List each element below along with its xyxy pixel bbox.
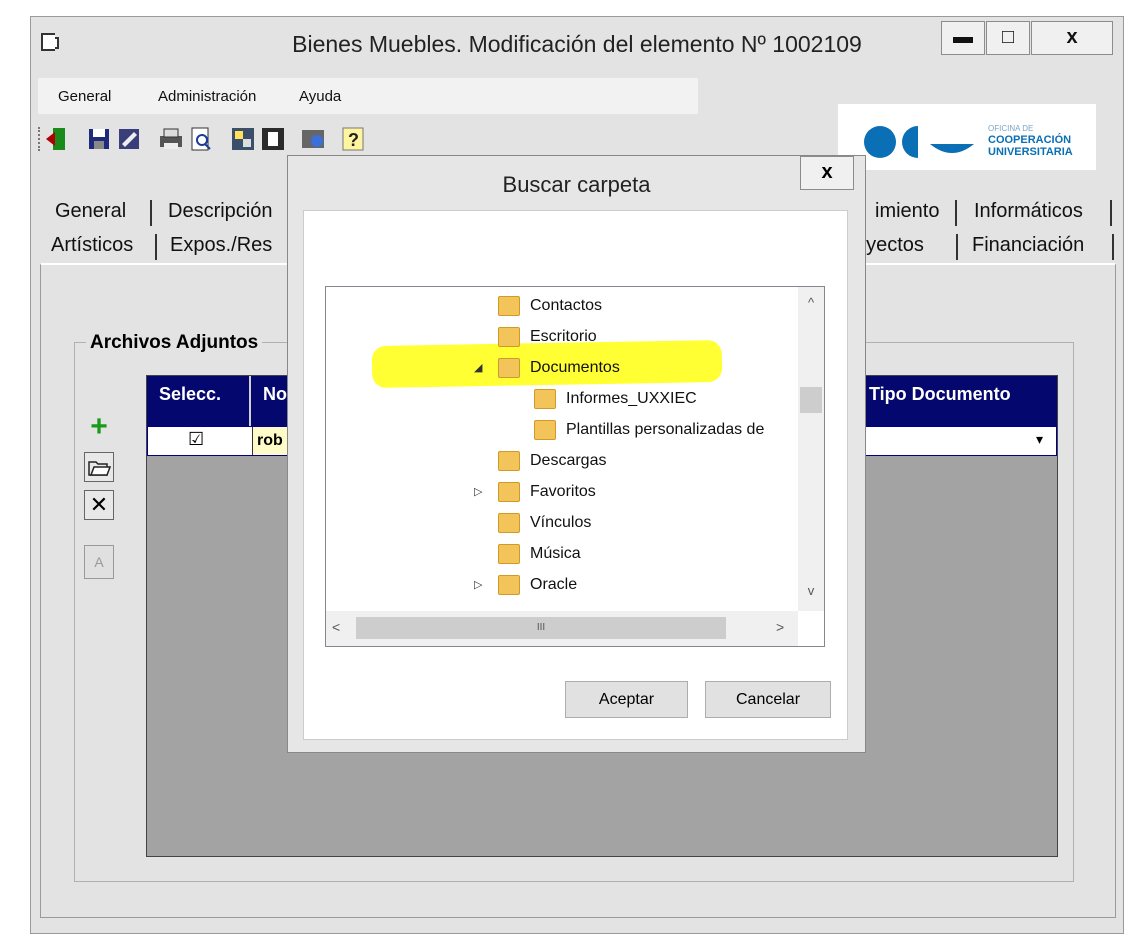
scroll-left-button[interactable]: < xyxy=(332,619,340,635)
tree-item[interactable]: Vínculos xyxy=(326,507,796,538)
refresh-icon[interactable] xyxy=(300,126,326,152)
menu-administracion[interactable]: Administración xyxy=(158,88,256,105)
minimize-button[interactable]: ▬ xyxy=(941,21,985,55)
edit-icon[interactable] xyxy=(116,126,142,152)
preview-icon[interactable] xyxy=(188,126,214,152)
tab-descripcion[interactable]: Descripción xyxy=(168,200,272,223)
tab-separator xyxy=(1110,200,1112,226)
dialog-close-button[interactable]: x xyxy=(800,156,854,190)
tree-item[interactable]: ◢ Documentos xyxy=(326,352,796,383)
exit-icon[interactable] xyxy=(44,126,70,152)
tab-separator xyxy=(956,234,958,260)
menu-ayuda[interactable]: Ayuda xyxy=(299,88,341,105)
print-icon[interactable] xyxy=(158,126,184,152)
tree-expander-icon[interactable]: ▷ xyxy=(474,570,482,601)
logo-line-2: COOPERACIÓN xyxy=(988,134,1072,146)
tree-item[interactable]: Escritorio xyxy=(326,321,796,352)
folder-icon xyxy=(534,389,556,409)
row-name: rob xyxy=(257,432,283,449)
svg-text:?: ? xyxy=(348,130,359,150)
tree-item[interactable]: ▷ Oracle xyxy=(326,569,796,600)
toolbar: ? xyxy=(36,124,456,158)
type-dropdown-arrow[interactable]: ▾ xyxy=(1036,431,1043,448)
tree-item-label: Vínculos xyxy=(530,514,592,531)
tree-item-label: Informes_UXXIEC xyxy=(566,390,697,407)
dialog-title: Buscar carpeta xyxy=(502,172,651,197)
tree-item-label: Plantillas personalizadas de xyxy=(566,421,765,438)
menu-general[interactable]: General xyxy=(58,88,111,105)
import-icon[interactable] xyxy=(230,126,256,152)
folder-icon xyxy=(498,513,520,533)
row-checkbox[interactable]: ☑ xyxy=(188,429,204,450)
scroll-up-button[interactable]: ^ xyxy=(798,295,824,315)
tree-expander-icon[interactable]: ▷ xyxy=(474,477,482,508)
column-header-selecc[interactable]: Selecc. xyxy=(159,384,221,405)
save-icon[interactable] xyxy=(86,126,112,152)
tab-separator xyxy=(955,200,957,226)
add-icon[interactable]: + xyxy=(84,412,114,442)
horizontal-scroll-thumb[interactable]: III xyxy=(356,617,726,639)
rename-icon: A xyxy=(94,554,104,570)
rename-button[interactable]: A xyxy=(84,545,114,579)
help-icon[interactable]: ? xyxy=(340,126,366,152)
tree-item-label: Escritorio xyxy=(530,328,597,345)
open-folder-button[interactable] xyxy=(84,452,114,482)
tab-seguimiento[interactable]: imiento xyxy=(875,200,939,223)
document-icon[interactable] xyxy=(260,126,286,152)
folder-tree[interactable]: Contactos Escritorio ◢ Documentos Informes_U… xyxy=(325,286,825,647)
tab-informaticos[interactable]: Informáticos xyxy=(974,200,1083,223)
accept-button[interactable]: Aceptar xyxy=(565,681,688,718)
tree-item[interactable]: Contactos xyxy=(326,290,796,321)
tree-nodes: Contactos Escritorio ◢ Documentos Informes_U… xyxy=(326,290,796,610)
folder-icon xyxy=(498,482,520,502)
row-name-cell[interactable]: rob xyxy=(252,427,292,455)
folder-icon xyxy=(498,358,520,378)
open-folder-icon xyxy=(88,461,112,476)
folder-icon xyxy=(498,575,520,595)
scroll-right-button[interactable]: > xyxy=(776,619,784,635)
cancel-button[interactable]: Cancelar xyxy=(705,681,831,718)
tab-artisticos[interactable]: Artísticos xyxy=(51,234,133,257)
tree-item[interactable]: Descargas xyxy=(326,445,796,476)
folder-icon xyxy=(498,327,520,347)
tree-expander-icon[interactable]: ◢ xyxy=(474,353,482,384)
menu-bar xyxy=(38,78,698,114)
logo-line-1: OFICINA DE xyxy=(988,124,1034,133)
tab-separator xyxy=(150,200,152,226)
folder-icon xyxy=(498,296,520,316)
attachments-legend: Archivos Adjuntos xyxy=(86,332,263,354)
column-header-tipo-documento[interactable]: Tipo Documento xyxy=(869,384,1011,405)
close-button[interactable]: x xyxy=(1031,21,1113,55)
delete-button[interactable]: ✕ xyxy=(84,490,114,520)
folder-icon xyxy=(498,451,520,471)
vertical-scrollbar[interactable]: ^ v xyxy=(798,287,824,611)
tree-item[interactable]: Plantillas personalizadas de xyxy=(326,414,796,445)
column-header-nombre[interactable]: No xyxy=(263,384,287,405)
tree-item[interactable]: Música xyxy=(326,538,796,569)
tab-expos[interactable]: Expos./Res xyxy=(170,234,272,257)
title-bar[interactable]: Bienes Muebles. Modificación del element… xyxy=(31,17,1123,79)
folder-icon xyxy=(534,420,556,440)
tree-item-label: Música xyxy=(530,545,581,562)
tab-financiacion[interactable]: Financiación xyxy=(972,234,1084,257)
folder-icon xyxy=(498,544,520,564)
scroll-down-button[interactable]: v xyxy=(798,583,824,603)
maximize-button[interactable]: □ xyxy=(986,21,1030,55)
toolbar-grip xyxy=(38,127,43,151)
tree-item-label: Oracle xyxy=(530,576,578,593)
tree-item-label: Favoritos xyxy=(530,483,596,500)
horizontal-scrollbar[interactable]: < III > xyxy=(326,611,798,646)
logo-line-3: UNIVERSITARIA xyxy=(988,146,1073,158)
tab-separator xyxy=(1112,234,1114,260)
tree-item-label: Contactos xyxy=(530,297,603,314)
tab-separator xyxy=(155,234,157,260)
tab-general[interactable]: General xyxy=(55,200,126,223)
tree-item-label: Descargas xyxy=(530,452,607,469)
tree-item[interactable]: ▷ Favoritos xyxy=(326,476,796,507)
delete-icon: ✕ xyxy=(89,492,109,517)
logo: OFICINA DE COOPERACIÓN UNIVERSITARIA xyxy=(838,104,1096,170)
vertical-scroll-thumb[interactable] xyxy=(800,387,822,413)
tree-item[interactable]: Informes_UXXIEC xyxy=(326,383,796,414)
tree-item-label: Documentos xyxy=(530,359,620,376)
